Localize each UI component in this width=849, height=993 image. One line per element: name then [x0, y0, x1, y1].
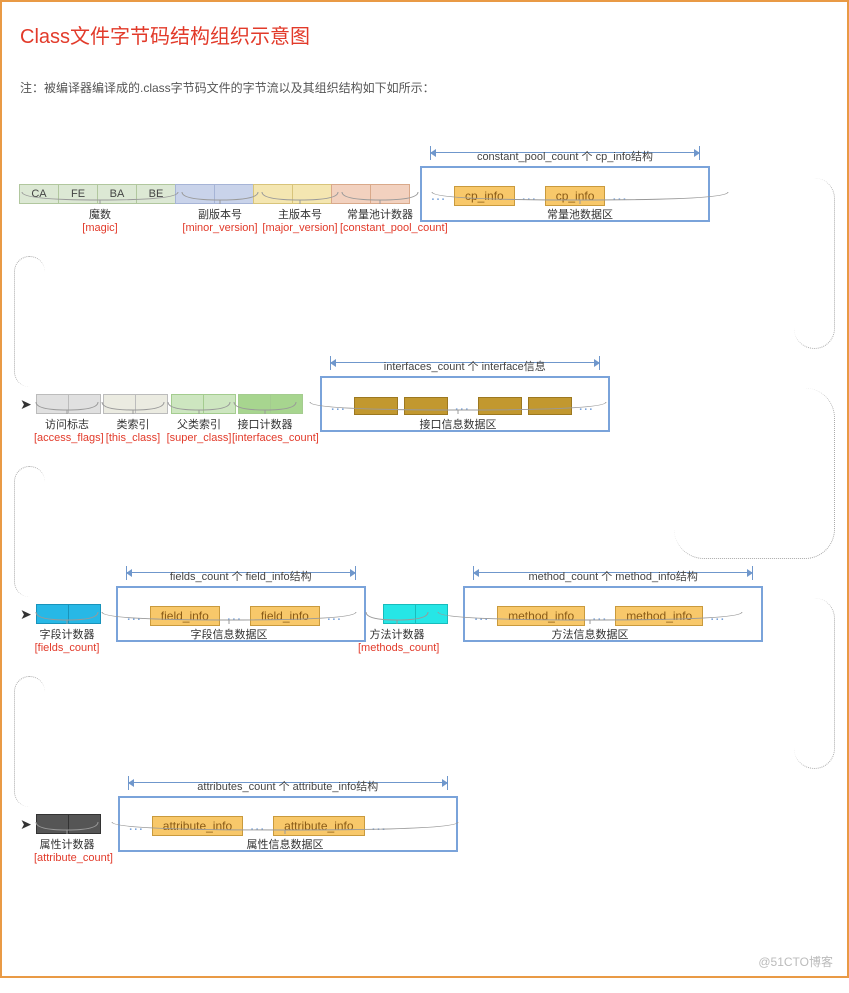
page-title: Class文件字节码结构组织示意图 — [20, 20, 829, 49]
continuation-arrow-icon: ➤ — [20, 604, 32, 624]
fielddata-label: 字段信息数据区 — [100, 612, 358, 654]
watermark: @51CTO博客 — [758, 953, 833, 970]
interface-top-label: interfaces_count 个 interface信息 — [322, 358, 608, 374]
method-top-label: method_count 个 method_info结构 — [465, 568, 761, 584]
field-top-label: fields_count 个 field_info结构 — [118, 568, 364, 584]
fieldcount-label: 字段计数器[fields_count] — [34, 612, 100, 654]
attrcount-label: 属性计数器[attribute_count] — [34, 822, 100, 864]
cpinfo-top-label: constant_pool_count 个 cp_info结构 — [422, 148, 708, 164]
minor-label: 副版本号[minor_version] — [180, 192, 260, 234]
access-label: 访问标志[access_flags] — [34, 402, 100, 444]
row-2: ➤ interfaces_count 个 interface信息 … … … — [20, 376, 829, 496]
major-label: 主版本号[major_version] — [260, 192, 340, 234]
diagram-page: Class文件字节码结构组织示意图 注：被编译器编译成的.class字节码文件的… — [0, 0, 849, 978]
cpdata-label: 常量池数据区 — [430, 192, 730, 234]
attrdata-label: 属性信息数据区 — [110, 822, 460, 864]
cpcount-label: 常量池计数器[constant_pool_count] — [340, 192, 420, 234]
continuation-arrow-icon: ➤ — [20, 814, 32, 834]
methoddata-label: 方法信息数据区 — [436, 612, 744, 654]
ifcnt-label: 接口计数器[interfaces_count] — [232, 402, 298, 444]
intro-note: 注：被编译器编译成的.class字节码文件的字节流以及其组织结构如下如所示： — [20, 79, 829, 96]
magic-label: 魔数[magic] — [20, 192, 180, 234]
row-4: ➤ attributes_count 个 attribute_info结构 … … — [20, 796, 829, 916]
super-label: 父类索引[super_class] — [166, 402, 232, 444]
this-label: 类索引[this_class] — [100, 402, 166, 444]
row-3: ➤ fields_count 个 field_info结构 … field_in… — [20, 586, 829, 706]
methodcount-label: 方法计数器[methods_count] — [358, 612, 436, 654]
ifdata-label: 接口信息数据区 — [308, 402, 608, 444]
continuation-arrow-icon: ➤ — [20, 394, 32, 414]
row-1: CA FE BA BE constant_pool_count 个 — [20, 166, 829, 286]
attribute-top-label: attributes_count 个 attribute_info结构 — [120, 778, 456, 794]
